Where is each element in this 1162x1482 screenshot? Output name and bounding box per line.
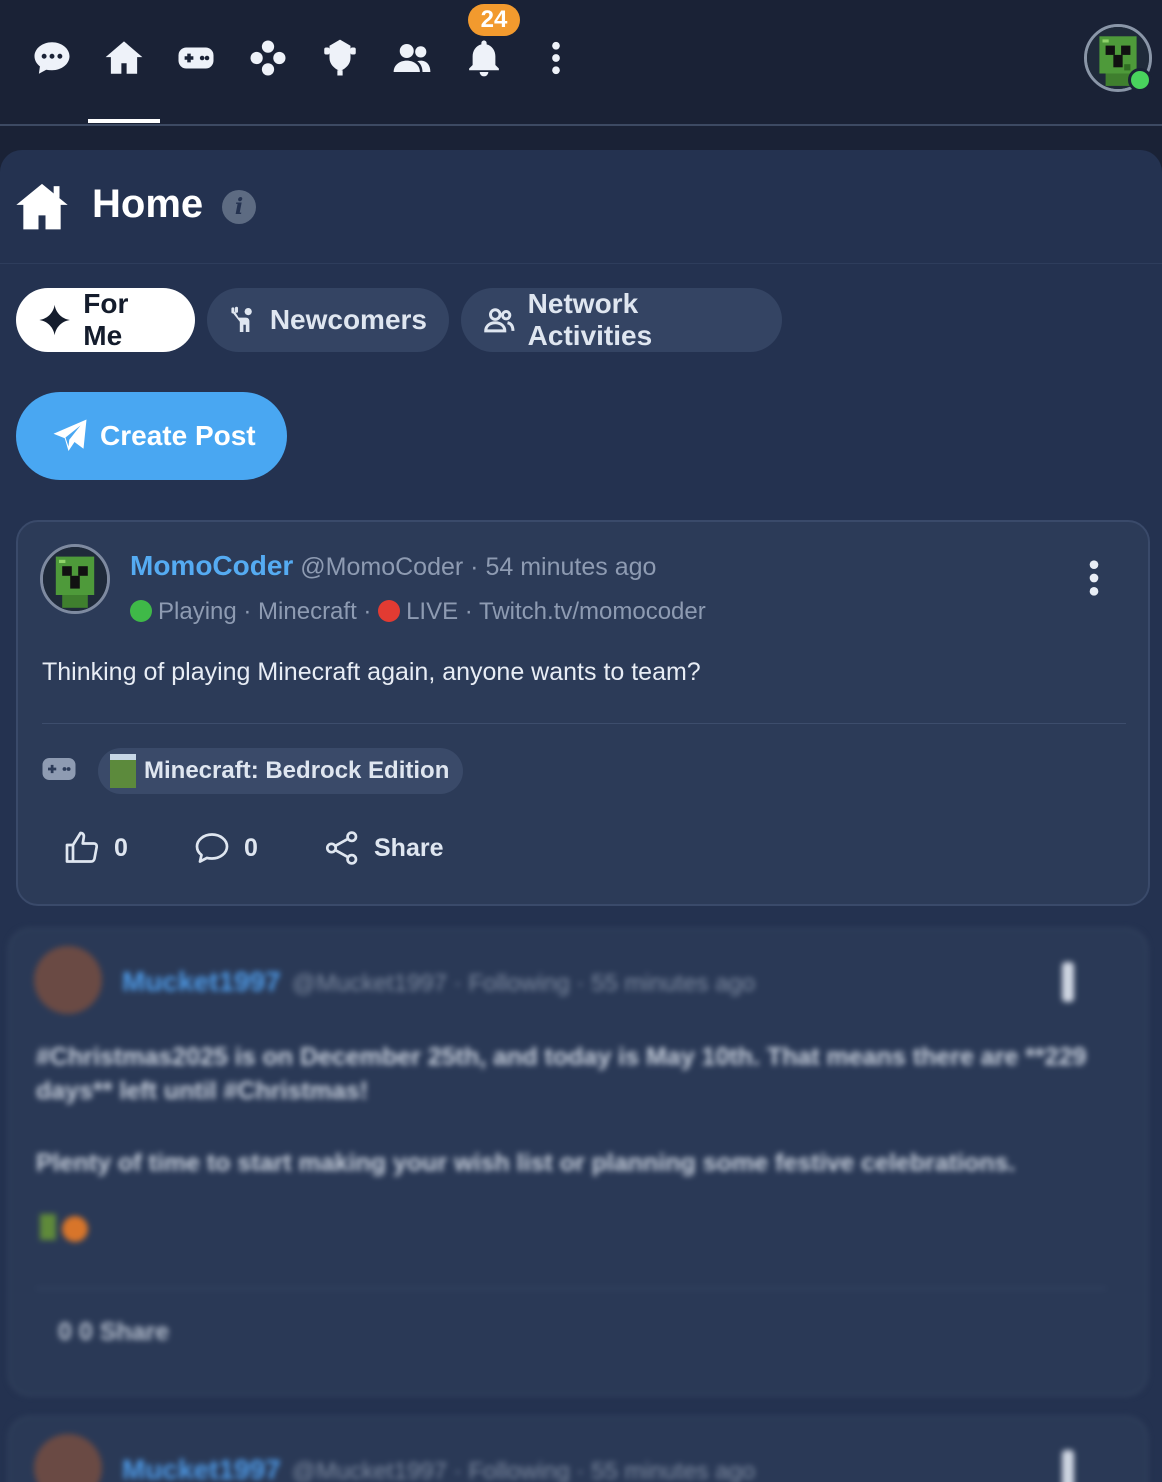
info-icon[interactable]: i [222,190,256,224]
post-body-line: Plenty of time to start making your wish… [36,1149,1016,1177]
post-card-blurred: Mucket1997 @Mucket1997 · Following · 55 … [8,1416,1148,1482]
tab-newcomers[interactable]: Newcomers [207,288,449,352]
more-vertical-icon[interactable] [532,34,580,82]
gamepad-icon[interactable] [172,34,220,82]
sparkle-icon [39,304,70,336]
home-icon[interactable] [100,34,148,82]
active-tab-indicator [88,119,160,123]
playing-status-icon [130,600,152,622]
thumbs-up-icon [65,831,99,863]
chat-icon[interactable] [28,34,76,82]
post-meta: @Mucket1997 · Following · 55 minutes ago [292,1458,756,1482]
tab-label: Network Activities [527,288,653,351]
post-author-name[interactable]: MomoCoder [130,550,293,581]
online-status-dot [1128,68,1152,92]
emoji-tree [40,1214,56,1240]
game-tag-chip[interactable]: Minecraft: Bedrock Edition [98,748,464,794]
post-menu-icon[interactable] [1062,1450,1074,1482]
playing-status-text: Playing · Minecraft · [158,598,372,625]
post-author-name[interactable]: Mucket1997 [122,966,281,998]
comment-count: 0 [244,833,258,862]
post-card: MomoCoder @MomoCoder · 54 minutes ago Pl… [16,520,1150,906]
create-post-label: Create Post [100,420,256,451]
tab-network-activities[interactable]: Network Activities [461,288,782,352]
page-header: Home i [0,150,1162,264]
notification-badge: 24 [468,4,520,36]
like-button[interactable]: 0 [64,830,128,866]
divider [36,1288,1106,1289]
create-post-button[interactable]: Create Post [16,392,287,480]
apps-icon[interactable] [244,34,292,82]
trophy-icon[interactable] [316,34,364,82]
post-timestamp: 54 minutes ago [485,553,657,581]
post-menu-icon[interactable] [1062,962,1074,1002]
divider [42,723,1126,724]
main-panel: Home i For Me Newcomers Network Activiti… [0,150,1162,1482]
live-status-text[interactable]: LIVE · Twitch.tv/momocoder [406,598,706,625]
post-body-line: #Christmas2025 is on December 25th, and … [36,1043,1087,1071]
page-title: Home [92,182,204,226]
post-menu-icon[interactable] [1084,558,1104,598]
tab-for-me[interactable]: For Me [16,288,195,352]
post-meta: @Mucket1997 · Following · 55 minutes ago [292,970,756,997]
post-actions[interactable]: 0 0 Share [58,1318,169,1347]
post-author-avatar[interactable] [40,544,110,614]
comment-icon [195,833,229,863]
friends-icon[interactable] [388,34,436,82]
friends-icon [484,308,515,333]
tab-label: Newcomers [269,304,427,335]
share-icon [325,831,358,865]
post-author-name[interactable]: Mucket1997 [122,1454,281,1482]
game-cover-thumbnail [110,754,136,788]
post-header: MomoCoder @MomoCoder · 54 minutes ago [130,550,656,582]
post-status: Playing · Minecraft · LIVE · Twitch.tv/m… [130,598,706,626]
wave-hand-icon [231,306,252,333]
comment-button[interactable]: 0 [194,830,258,866]
post-body-line: days** left until #Christmas! [36,1077,369,1105]
gamepad-icon [42,758,76,780]
tab-label: For Me [83,288,129,351]
top-navigation-bar: 24 [0,0,1162,126]
post-author-avatar[interactable] [34,1434,102,1482]
live-status-icon [378,600,401,622]
post-card-blurred: Mucket1997 @Mucket1997 · Following · 55 … [8,928,1148,1396]
separator: · [470,553,479,581]
bell-icon[interactable] [460,34,508,82]
post-author-handle[interactable]: @MomoCoder [300,553,463,581]
share-label: Share [374,833,444,862]
emoji-ornament [62,1216,88,1242]
share-button[interactable]: Share [324,830,443,866]
post-author-avatar[interactable] [34,946,102,1014]
like-count: 0 [114,833,128,862]
send-icon [53,419,87,451]
post-body: Thinking of playing Minecraft again, any… [42,658,701,686]
home-icon [16,183,68,230]
game-tag-label: Minecraft: Bedrock Edition [144,757,450,784]
